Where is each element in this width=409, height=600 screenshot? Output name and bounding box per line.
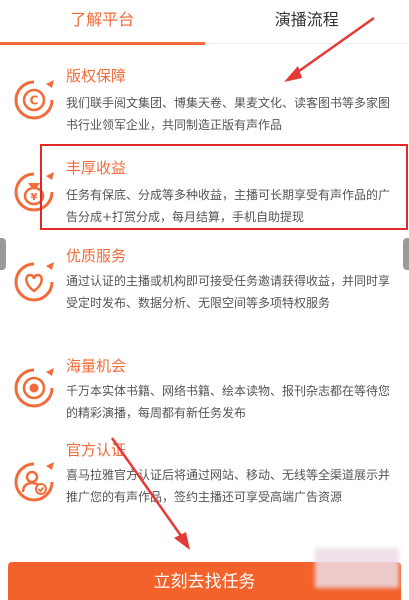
feature-title: 优质服务 <box>66 247 127 265</box>
tab-broadcast-process[interactable]: 演播流程 <box>205 0 409 43</box>
svg-text:¥: ¥ <box>31 192 38 203</box>
feature-description: 千万本实体书籍、网络书籍、绘本读物、报刊杂志都在等待您的精彩演播，每周都有新任务… <box>66 384 391 420</box>
feature-description: 我们联手阅文集团、博集天卷、果麦文化、读客图书等多家图书行业领军企业，共同制造正… <box>66 96 391 132</box>
watermark-blur <box>315 548 399 588</box>
feature-description: 喜马拉雅官方认证后将通过网站、移动、无线等全渠道展示并推广您的有声作品，签约主播… <box>66 468 391 504</box>
tab-about-platform[interactable]: 了解平台 <box>0 0 205 45</box>
target-icon <box>10 364 58 412</box>
highlight-box <box>40 144 408 230</box>
scroll-handle-left[interactable] <box>0 238 6 270</box>
feature-title: 官方认证 <box>66 441 127 459</box>
certified-user-icon <box>10 458 58 506</box>
heart-icon <box>10 258 58 306</box>
tab-bar: 了解平台 演播流程 <box>0 0 409 45</box>
feature-title: 海量机会 <box>66 357 127 375</box>
feature-title: 版权保障 <box>66 67 127 85</box>
copyright-icon: C <box>10 76 58 124</box>
svg-text:C: C <box>30 94 39 108</box>
feature-description: 通过认证的主播或机构即可接受任务邀请获得收益，并同时享受定时发布、数据分析、无限… <box>66 274 391 310</box>
scroll-handle-right[interactable] <box>403 238 409 270</box>
